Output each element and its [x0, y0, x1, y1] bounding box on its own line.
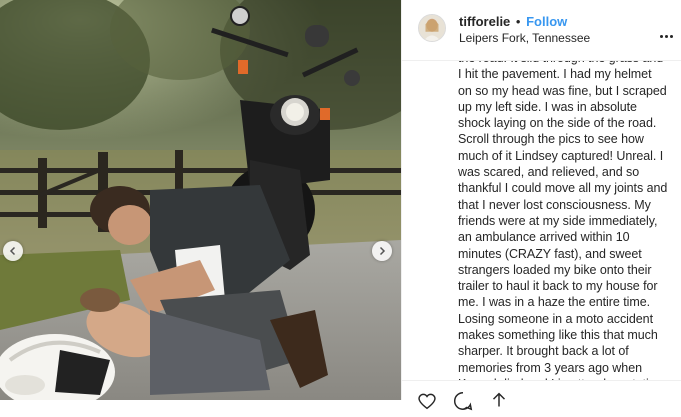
- more-options-icon[interactable]: [660, 25, 676, 38]
- avatar-image: [419, 15, 445, 41]
- action-bar: [402, 380, 681, 411]
- like-button[interactable]: [416, 390, 438, 412]
- post-sidebar: tifforelie • Follow Leipers Fork, Tennes…: [401, 0, 681, 411]
- post-header: tifforelie • Follow Leipers Fork, Tennes…: [402, 0, 681, 61]
- previous-photo-button[interactable]: [3, 241, 23, 261]
- comment-button[interactable]: [452, 390, 474, 412]
- share-button[interactable]: [488, 390, 510, 412]
- follow-button[interactable]: Follow: [526, 14, 567, 29]
- comments-area[interactable]: the road. It slid through the grass and …: [402, 61, 681, 380]
- user-line: tifforelie • Follow: [459, 14, 567, 29]
- photo-scene: [0, 0, 401, 400]
- username-link[interactable]: tifforelie: [459, 14, 510, 29]
- comment-icon: [454, 392, 473, 411]
- next-photo-button[interactable]: [372, 241, 392, 261]
- share-icon: [492, 392, 506, 407]
- location-link[interactable]: Leipers Fork, Tennessee: [459, 31, 590, 45]
- chevron-right-icon: [379, 246, 386, 256]
- heart-icon: [418, 393, 436, 410]
- avatar[interactable]: [418, 14, 446, 42]
- caption-text: the road. It slid through the grass and …: [458, 61, 668, 380]
- post-photo[interactable]: [0, 0, 401, 400]
- instagram-post: tifforelie • Follow Leipers Fork, Tennes…: [0, 0, 681, 411]
- separator-dot: •: [515, 14, 521, 29]
- chevron-left-icon: [9, 246, 16, 256]
